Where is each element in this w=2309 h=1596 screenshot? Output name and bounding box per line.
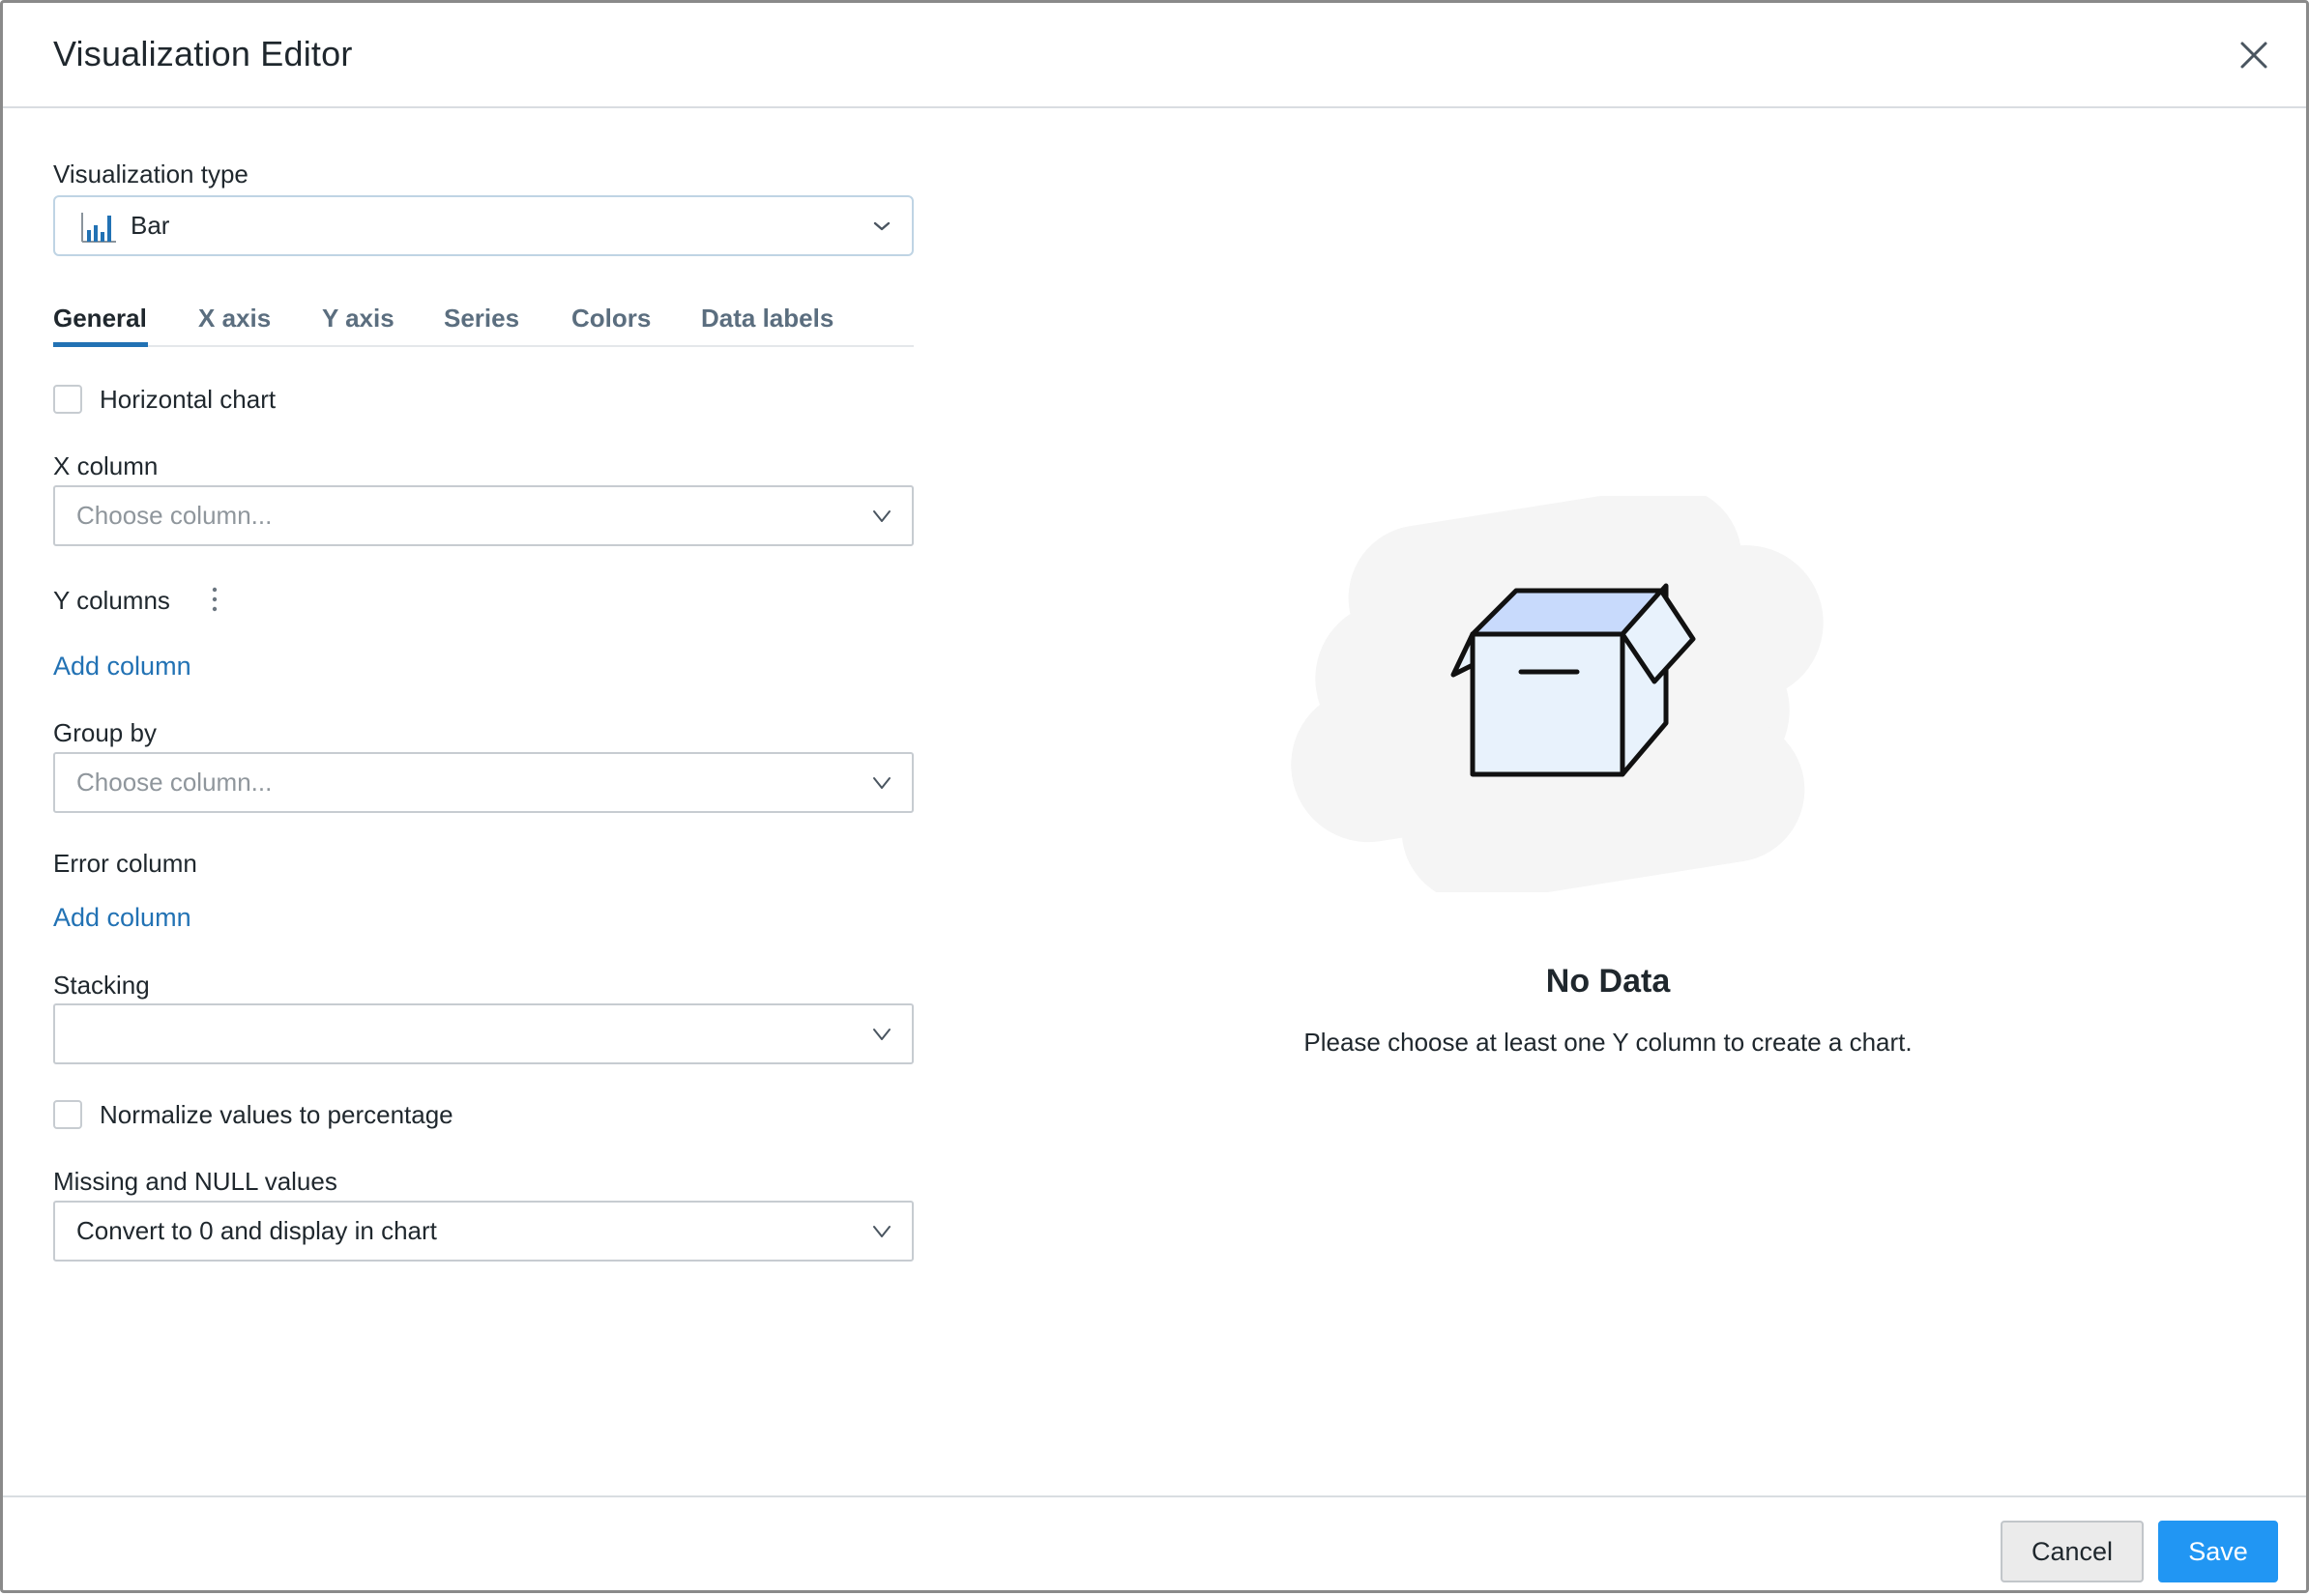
tab-data-labels[interactable]: Data labels (701, 301, 833, 335)
tab-x-axis[interactable]: X axis (198, 301, 271, 335)
stacking-label: Stacking (53, 971, 150, 1000)
group-by-label: Group by (53, 718, 157, 747)
close-icon (2240, 42, 2267, 69)
x-column-label: X column (53, 451, 159, 480)
empty-box-icon (1291, 496, 1824, 892)
x-column-select[interactable]: Choose column... (53, 485, 914, 546)
chevron-down-icon (873, 1029, 891, 1040)
visualization-editor-dialog: Visualization Editor Visualization type … (0, 0, 2309, 1593)
add-y-column-link[interactable]: Add column (53, 649, 191, 683)
horizontal-chart-checkbox[interactable] (53, 385, 82, 414)
bar-chart-icon (81, 213, 116, 243)
group-by-placeholder: Choose column... (76, 768, 273, 797)
chevron-down-icon (873, 777, 891, 789)
group-by-select[interactable]: Choose column... (53, 752, 914, 813)
normalize-checkbox[interactable] (53, 1100, 82, 1129)
missing-null-select[interactable]: Convert to 0 and display in chart (53, 1201, 914, 1262)
dialog-title: Visualization Editor (53, 34, 353, 73)
y-columns-label: Y columns (53, 586, 170, 615)
dialog-footer: Cancel Save (3, 1495, 2306, 1596)
visualization-type-select[interactable]: Bar (53, 195, 914, 256)
visualization-type-value: Bar (131, 211, 170, 240)
horizontal-chart-label: Horizontal chart (100, 385, 277, 414)
settings-tabs: General X axis Y axis Series Colors Data… (53, 295, 914, 347)
tab-series[interactable]: Series (444, 301, 519, 335)
visualization-type-label: Visualization type (53, 160, 248, 189)
tab-general[interactable]: General (53, 301, 147, 335)
dialog-header: Visualization Editor (3, 3, 2306, 108)
tab-colors[interactable]: Colors (571, 301, 651, 335)
kebab-menu-icon[interactable] (208, 586, 221, 613)
missing-null-label: Missing and NULL values (53, 1167, 337, 1196)
tab-y-axis[interactable]: Y axis (322, 301, 395, 335)
save-button[interactable]: Save (2158, 1521, 2278, 1582)
empty-state-title: No Data (1545, 963, 1671, 1000)
chevron-down-icon (873, 510, 891, 522)
active-tab-indicator (53, 342, 148, 347)
empty-state-description: Please choose at least one Y column to c… (1303, 1028, 1913, 1057)
chevron-down-icon (873, 1226, 891, 1237)
x-column-placeholder: Choose column... (76, 501, 273, 530)
cancel-button[interactable]: Cancel (2001, 1521, 2144, 1582)
missing-null-value: Convert to 0 and display in chart (76, 1216, 437, 1245)
add-error-column-link[interactable]: Add column (53, 900, 191, 935)
error-column-label: Error column (53, 849, 197, 878)
close-button[interactable] (2236, 38, 2271, 73)
chevron-down-icon (873, 221, 891, 231)
stacking-select[interactable] (53, 1003, 914, 1064)
normalize-label: Normalize values to percentage (100, 1100, 453, 1129)
